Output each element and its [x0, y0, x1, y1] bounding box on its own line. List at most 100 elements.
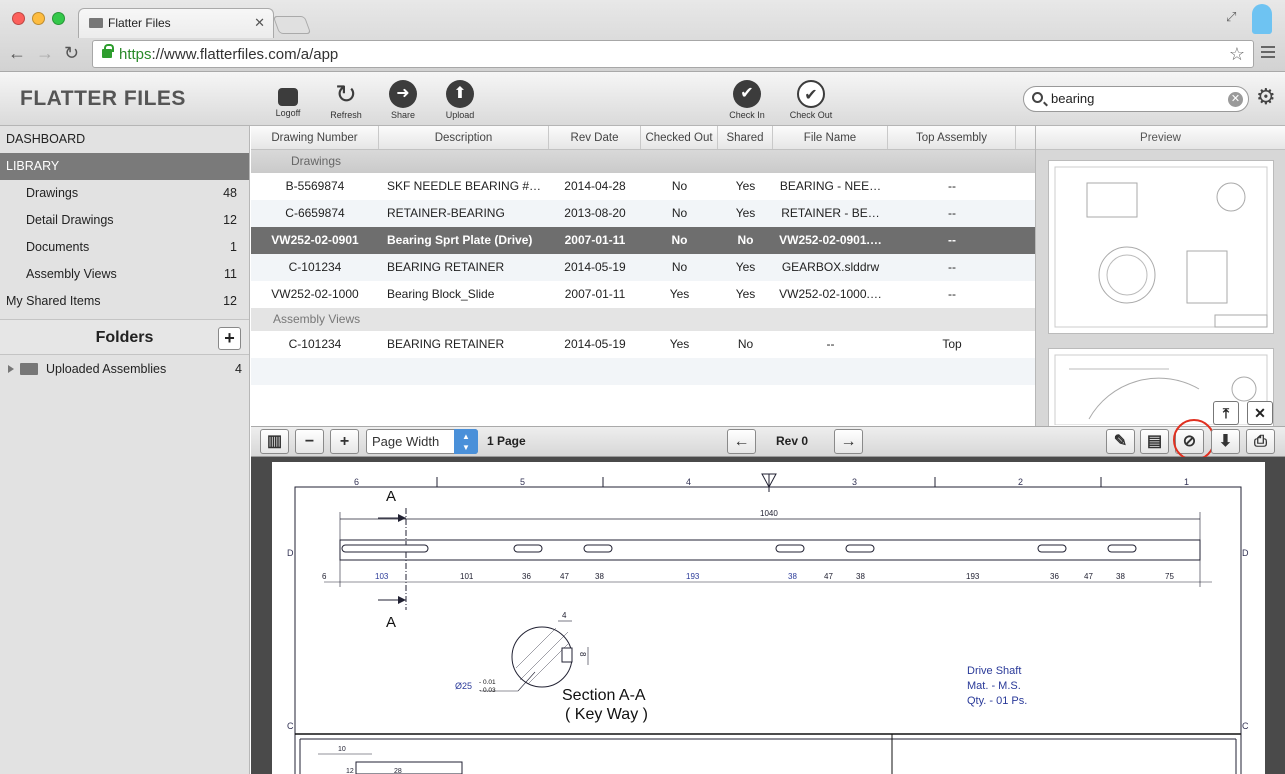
folder-label: Uploaded Assemblies: [46, 362, 167, 376]
table-cell: --: [948, 206, 956, 220]
back-button[interactable]: ←: [8, 44, 26, 62]
column-header[interactable]: Top Assembly: [888, 126, 1016, 149]
column-header[interactable]: File Name: [773, 126, 888, 149]
note-quantity: Qty. - 01 Ps.: [967, 695, 1027, 707]
sidebar-item-label: LIBRARY: [6, 159, 60, 173]
expand-triangle-icon[interactable]: [8, 365, 14, 373]
zone-label: 2: [1018, 477, 1023, 487]
next-revision-button[interactable]: →: [834, 429, 863, 454]
empty-row: [251, 358, 1035, 385]
scroll-top-button[interactable]: ⤒: [1213, 401, 1239, 425]
tab-title: Flatter Files: [108, 16, 171, 30]
logoff-button[interactable]: Logoff: [260, 80, 316, 118]
zone-label: 5: [520, 477, 525, 487]
fullscreen-icon[interactable]: ⤢: [1226, 9, 1236, 25]
check-outline-icon: ✔: [797, 80, 825, 108]
table-cell: 2014-05-19: [564, 337, 626, 351]
drawings-table: Drawing Number Description Rev Date Chec…: [251, 126, 1035, 426]
zoom-window-button[interactable]: [52, 12, 65, 25]
add-folder-button[interactable]: +: [218, 327, 241, 350]
table-cell: B-5569874: [285, 179, 345, 193]
table-cell: BEARING - NEE…: [779, 179, 882, 193]
print-button[interactable]: ⎙: [1246, 429, 1275, 454]
forward-button[interactable]: →: [36, 44, 54, 62]
document-button[interactable]: ▤: [1140, 429, 1169, 454]
app-header: FLATTER FILES Logoff ↻ Refresh ➜ Share ⬆ Up…: [0, 72, 1285, 126]
table-row[interactable]: C-6659874 RETAINER-BEARING 2013-08-20 No Yes…: [251, 200, 1035, 227]
download-button[interactable]: ⬇: [1211, 429, 1240, 454]
table-cell: VW252-02-1000.…: [779, 287, 882, 301]
sidebar-item-library[interactable]: LIBRARY: [0, 153, 249, 180]
folder-icon: [20, 363, 38, 375]
table-cell: SKF NEEDLE BEARING #…: [387, 179, 542, 193]
sidebar-item-drawings[interactable]: Drawings 48: [0, 180, 249, 207]
address-bar[interactable]: https://www.flatterfiles.com/a/app ☆: [92, 40, 1254, 68]
bookmark-star-icon[interactable]: ☆: [1229, 44, 1245, 65]
clear-search-icon[interactable]: ✕: [1228, 92, 1243, 107]
sidebar-item-dashboard[interactable]: DASHBOARD: [0, 126, 249, 153]
table-row[interactable]: C-101234 BEARING RETAINER 2014-05-19 No Yes G…: [251, 254, 1035, 281]
dimension-label: 47: [824, 572, 833, 581]
upload-button[interactable]: ⬆ Upload: [432, 80, 488, 120]
small-dim-1: 10: [338, 746, 346, 753]
table-cell: Yes: [669, 287, 690, 301]
table-cell: No: [737, 233, 754, 247]
refresh-label: Refresh: [330, 110, 362, 120]
thumbnail-drawing: [1054, 354, 1268, 426]
table-row[interactable]: B-5569874 SKF NEEDLE BEARING #… 2014-04-28…: [251, 173, 1035, 200]
table-cell: Yes: [669, 337, 690, 351]
drawing-sheet: 6 5 4 3 2 1 D D C C A A 1040 6 103 101 36 47 38 193…: [272, 462, 1265, 774]
refresh-icon: ↻: [335, 79, 357, 109]
sidebar-item-assembly-views[interactable]: Assembly Views 11: [0, 261, 249, 288]
small-dim-3: 28: [394, 768, 402, 774]
check-in-label: Check In: [729, 110, 765, 120]
column-header[interactable]: Shared: [718, 126, 773, 149]
folder-uploaded-assemblies[interactable]: Uploaded Assemblies 4: [0, 355, 249, 383]
zoom-in-button[interactable]: +: [330, 429, 359, 454]
keyway-slot: [845, 544, 875, 553]
table-row[interactable]: VW252-02-1000 Bearing Block_Slide 2007-01-…: [251, 281, 1035, 308]
column-header[interactable]: Drawing Number: [251, 126, 379, 149]
sidebar-item-detail-drawings[interactable]: Detail Drawings 12: [0, 207, 249, 234]
dimension-label: 36: [522, 572, 531, 581]
toggle-sidebar-button[interactable]: ▥: [260, 429, 289, 454]
zone-d-left: D: [287, 548, 294, 558]
close-window-button[interactable]: [12, 12, 25, 25]
profile-avatar-icon[interactable]: [1252, 4, 1272, 34]
url-scheme: https: [119, 46, 152, 63]
check-out-button[interactable]: ✔ Check Out: [783, 80, 839, 120]
table-row[interactable]: C-101234 BEARING RETAINER 2014-05-19 Yes No -…: [251, 331, 1035, 358]
preview-thumbnail-2[interactable]: [1048, 348, 1274, 426]
column-header[interactable]: Description: [379, 126, 549, 149]
table-cell: --: [948, 179, 956, 193]
browser-menu-icon[interactable]: [1261, 46, 1275, 61]
browser-tab[interactable]: Flatter Files ✕: [78, 8, 274, 38]
close-preview-button[interactable]: ✕: [1247, 401, 1273, 425]
dimension-label: 193: [686, 572, 700, 581]
share-button[interactable]: ➜ Share: [375, 80, 431, 120]
sidebar-item-label: My Shared Items: [6, 294, 101, 308]
new-tab-button[interactable]: [272, 16, 312, 34]
logoff-label: Logoff: [275, 108, 301, 118]
preview-thumbnail[interactable]: [1048, 160, 1274, 334]
minimize-window-button[interactable]: [32, 12, 45, 25]
sidebar-item-my-shared-items[interactable]: My Shared Items 12: [0, 288, 249, 315]
app-logo: FLATTER FILES: [20, 87, 186, 110]
annotate-button[interactable]: ✎: [1106, 429, 1135, 454]
zoom-select[interactable]: Page Width ▲ ▼: [366, 429, 478, 454]
search-input[interactable]: bearing ✕: [1023, 86, 1249, 112]
table-row[interactable]: VW252-02-0901 Bearing Sprt Plate (Drive) 2…: [251, 227, 1035, 254]
previous-revision-button[interactable]: ←: [727, 429, 756, 454]
check-in-button[interactable]: ✔ Check In: [719, 80, 775, 120]
table-cell: --: [948, 260, 956, 274]
dimension-label: 38: [1116, 572, 1125, 581]
column-header[interactable]: Rev Date: [549, 126, 641, 149]
gear-icon[interactable]: ⚙: [1256, 86, 1276, 108]
table-cell: VW252-02-0901.…: [779, 233, 882, 247]
column-header[interactable]: Checked Out: [641, 126, 718, 149]
reload-button[interactable]: ↻: [64, 44, 79, 62]
close-tab-icon[interactable]: ✕: [254, 15, 265, 31]
refresh-button[interactable]: ↻ Refresh: [318, 80, 374, 120]
sidebar-item-documents[interactable]: Documents 1: [0, 234, 249, 261]
zoom-out-button[interactable]: −: [295, 429, 324, 454]
